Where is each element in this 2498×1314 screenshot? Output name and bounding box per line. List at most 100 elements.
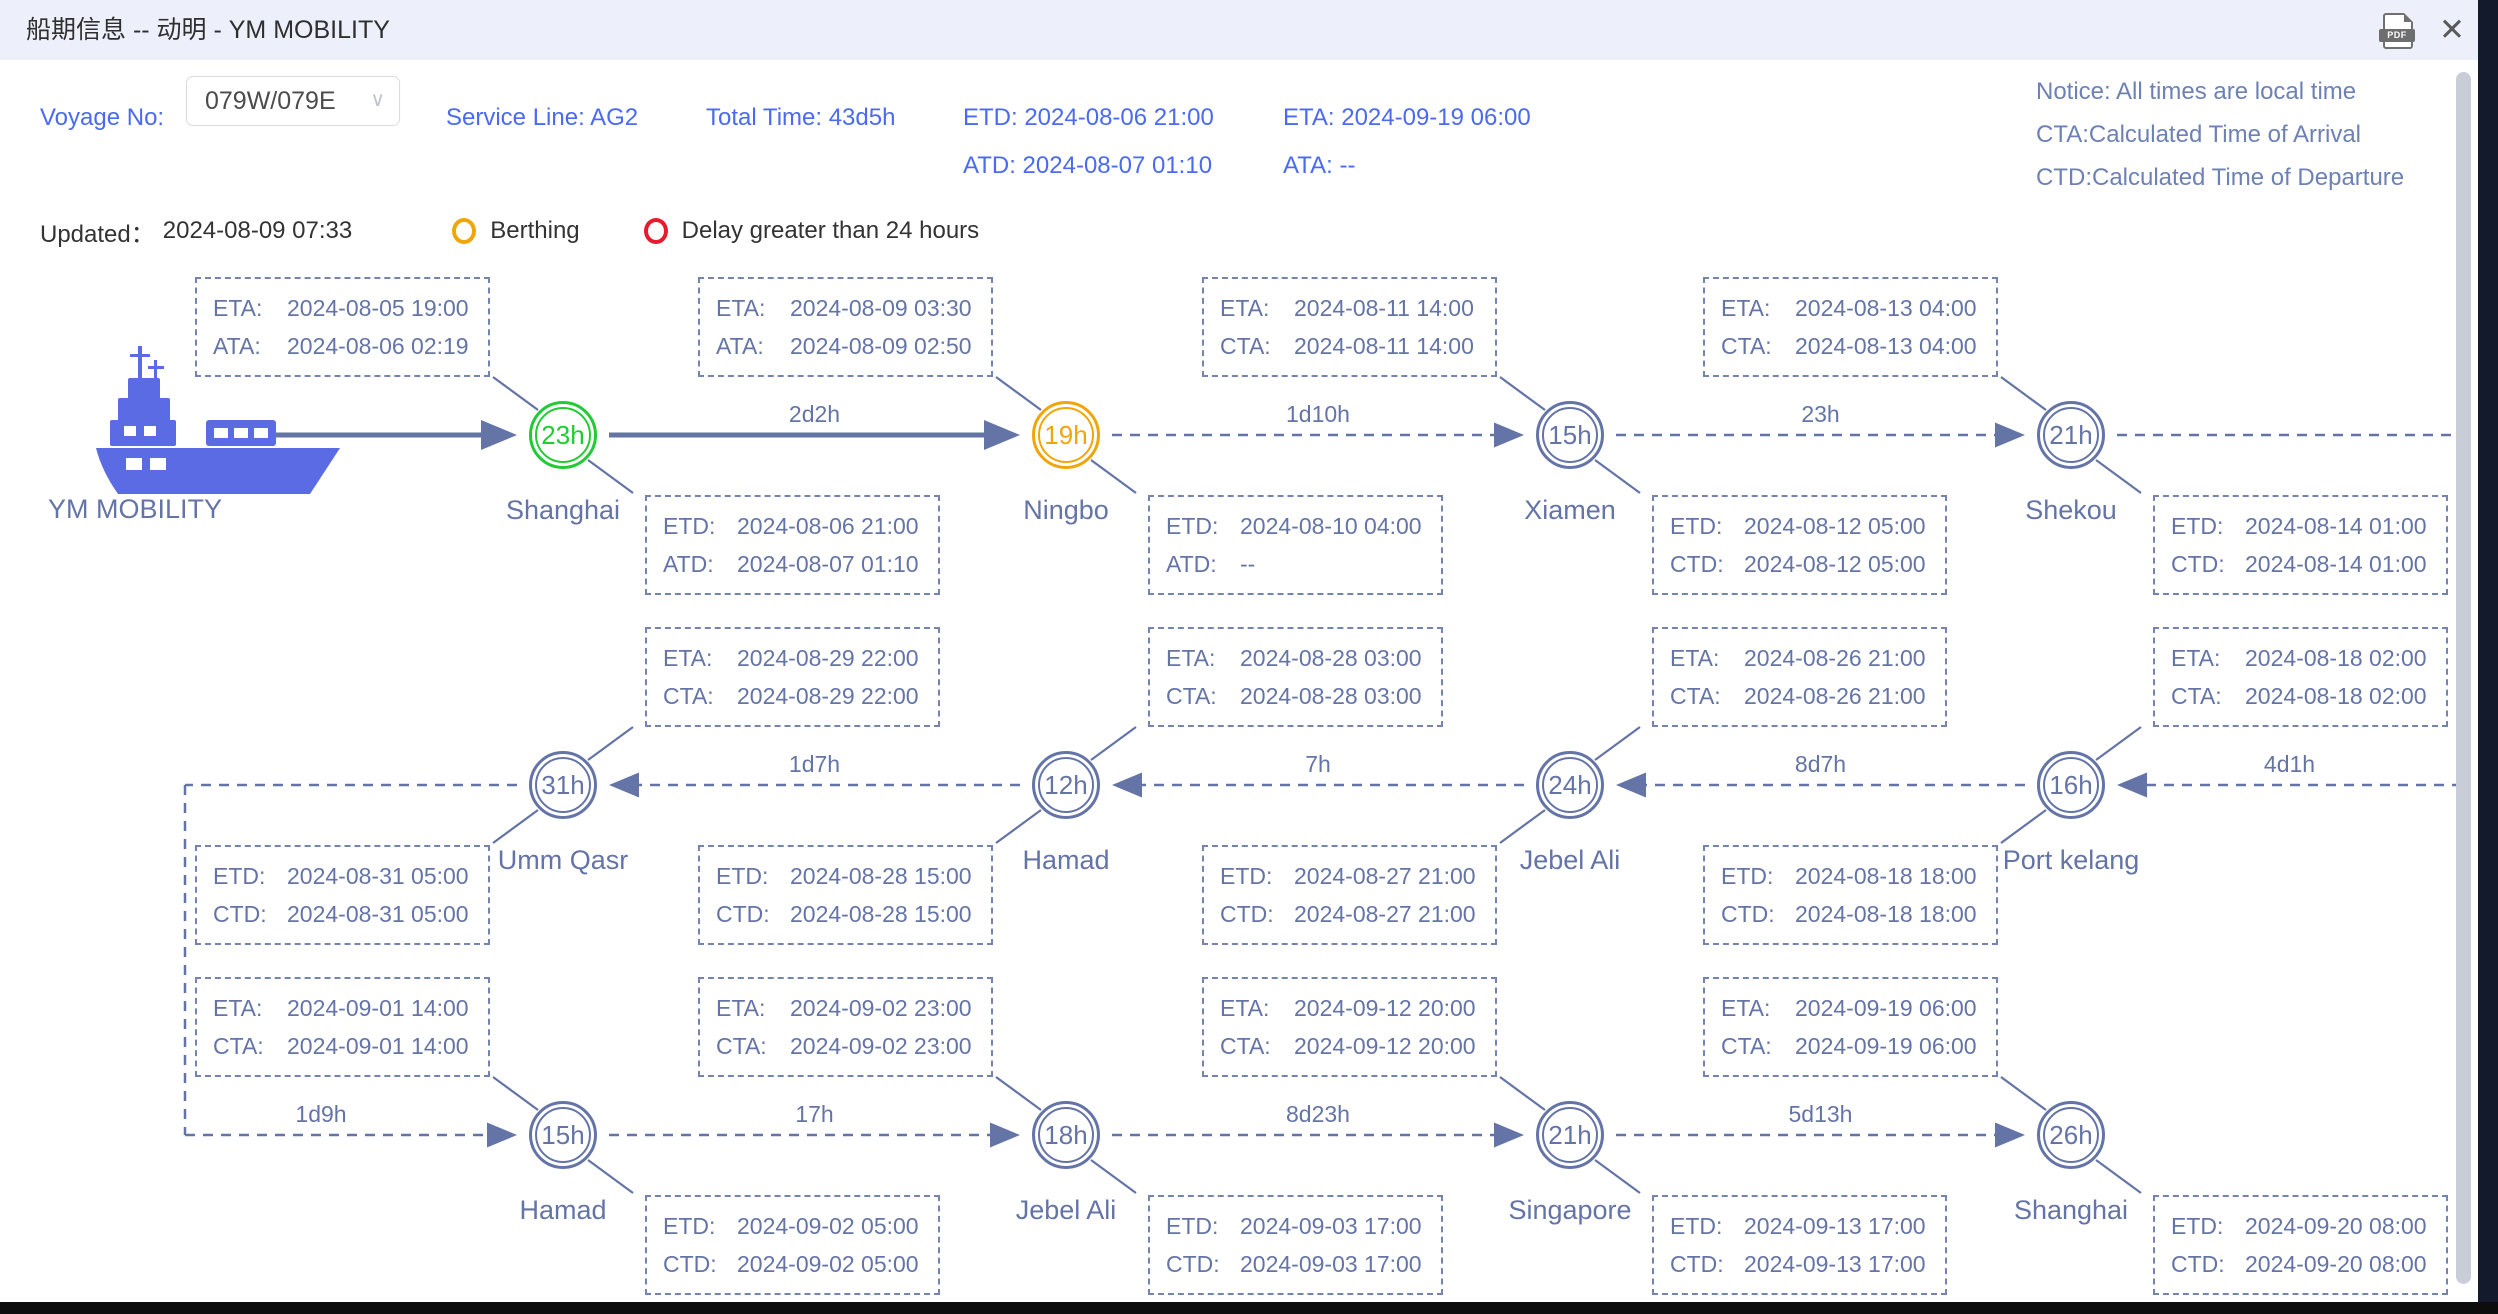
vertical-scrollbar-thumb[interactable] (2456, 72, 2471, 1284)
time-value: 2024-08-09 03:30 (790, 289, 972, 327)
departure-time-box: ETD:2024-08-28 15:00CTD:2024-08-28 15:00 (698, 845, 993, 945)
time-value: 2024-08-29 22:00 (737, 639, 919, 677)
time-label: ETD: (1670, 507, 1744, 545)
time-label: CTD: (716, 895, 790, 933)
time-label: ETA: (213, 289, 287, 327)
port-stay-duration: 18h (1038, 1107, 1094, 1163)
time-label: CTA: (1721, 327, 1795, 365)
time-label: ETD: (1166, 507, 1240, 545)
time-label: ATA: (716, 327, 790, 365)
time-label: CTA: (1220, 327, 1294, 365)
departure-time-box: ETD:2024-09-03 17:00CTD:2024-09-03 17:00 (1148, 1195, 1443, 1295)
port-node: 15h (1536, 401, 1604, 469)
port-stay-duration: 21h (2043, 407, 2099, 463)
arrival-time-box: ETA:2024-09-01 14:00CTA:2024-09-01 14:00 (195, 977, 490, 1077)
time-label: ATD: (663, 545, 737, 583)
time-value: 2024-09-12 20:00 (1294, 989, 1476, 1027)
time-value: 2024-09-19 06:00 (1795, 1027, 1977, 1065)
time-value: 2024-08-07 01:10 (737, 545, 919, 583)
time-value: 2024-08-28 15:00 (790, 857, 972, 895)
time-value: 2024-08-27 21:00 (1294, 857, 1476, 895)
time-value: 2024-08-06 02:19 (287, 327, 469, 365)
port-stay-duration: 15h (1542, 407, 1598, 463)
port-name-label: Jebel Ali (1016, 1195, 1117, 1226)
time-label: CTA: (2171, 677, 2245, 715)
time-label: CTA: (1166, 677, 1240, 715)
time-label: CTD: (1166, 1245, 1240, 1283)
time-value: 2024-08-11 14:00 (1294, 327, 1474, 365)
time-label: CTD: (1670, 1245, 1744, 1283)
port-name-label: Hamad (519, 1195, 606, 1226)
departure-time-box: ETD:2024-08-06 21:00ATD:2024-08-07 01:10 (645, 495, 940, 595)
port-name-label: Port kelang (2003, 845, 2140, 876)
time-label: CTD: (2171, 1245, 2245, 1283)
port-node: 16h (2037, 751, 2105, 819)
arrival-time-box: ETA:2024-08-26 21:00CTA:2024-08-26 21:00 (1652, 627, 1947, 727)
departure-time-box: ETD:2024-08-18 18:00CTD:2024-08-18 18:00 (1703, 845, 1998, 945)
time-value: 2024-08-18 18:00 (1795, 857, 1977, 895)
arrival-time-box: ETA:2024-08-05 19:00ATA:2024-08-06 02:19 (195, 277, 490, 377)
time-value: 2024-08-31 05:00 (287, 895, 469, 933)
time-label: ETA: (2171, 639, 2245, 677)
port-node: 21h (1536, 1101, 1604, 1169)
arrival-time-box: ETA:2024-09-19 06:00CTA:2024-09-19 06:00 (1703, 977, 1998, 1077)
port-stay-duration: 15h (535, 1107, 591, 1163)
leg-duration-label: 1d7h (789, 751, 840, 778)
voyage-timeline-diagram: YM MOBILITY 2d2h1d10h23h4d1h8d7h7h1d7h1d… (0, 0, 2478, 1302)
port-name-label: Shekou (2025, 495, 2117, 526)
time-label: CTD: (663, 1245, 737, 1283)
time-value: 2024-08-26 21:00 (1744, 677, 1926, 715)
time-value: 2024-08-12 05:00 (1744, 545, 1926, 583)
time-value: 2024-08-18 18:00 (1795, 895, 1977, 933)
departure-time-box: ETD:2024-08-14 01:00CTD:2024-08-14 01:00 (2153, 495, 2448, 595)
time-value: 2024-09-19 06:00 (1795, 989, 1977, 1027)
arrival-time-box: ETA:2024-08-09 03:30ATA:2024-08-09 02:50 (698, 277, 993, 377)
port-name-label: Shanghai (2014, 1195, 2128, 1226)
time-value: 2024-08-06 21:00 (737, 507, 919, 545)
arrival-time-box: ETA:2024-08-18 02:00CTA:2024-08-18 02:00 (2153, 627, 2448, 727)
time-label: CTD: (1721, 895, 1795, 933)
leg-duration-label: 2d2h (789, 401, 840, 428)
time-value: 2024-09-02 05:00 (737, 1207, 919, 1245)
port-name-label: Hamad (1022, 845, 1109, 876)
time-label: ETA: (716, 989, 790, 1027)
departure-time-box: ETD:2024-08-12 05:00CTD:2024-08-12 05:00 (1652, 495, 1947, 595)
time-label: ETA: (716, 289, 790, 327)
time-value: 2024-08-28 03:00 (1240, 639, 1422, 677)
time-value: 2024-08-10 04:00 (1240, 507, 1422, 545)
schedule-dialog: 船期信息 -- 动明 - YM MOBILITY PDF ✕ Voyage No… (0, 0, 2478, 1302)
leg-duration-label: 8d7h (1795, 751, 1846, 778)
departure-time-box: ETD:2024-08-31 05:00CTD:2024-08-31 05:00 (195, 845, 490, 945)
port-node: 23h (529, 401, 597, 469)
time-label: ETD: (2171, 1207, 2245, 1245)
departure-time-box: ETD:2024-09-02 05:00CTD:2024-09-02 05:00 (645, 1195, 940, 1295)
port-node: 19h (1032, 401, 1100, 469)
port-node: 12h (1032, 751, 1100, 819)
time-value: 2024-09-02 05:00 (737, 1245, 919, 1283)
departure-time-box: ETD:2024-08-10 04:00ATD:-- (1148, 495, 1443, 595)
time-label: ETA: (213, 989, 287, 1027)
leg-duration-label: 1d9h (295, 1101, 346, 1128)
time-label: ETD: (2171, 507, 2245, 545)
time-label: ETA: (1220, 289, 1294, 327)
port-name-label: Xiamen (1524, 495, 1616, 526)
time-value: 2024-08-11 14:00 (1294, 289, 1474, 327)
time-label: ETD: (1721, 857, 1795, 895)
time-value: 2024-08-05 19:00 (287, 289, 469, 327)
time-value: 2024-08-14 01:00 (2245, 545, 2427, 583)
port-node: 26h (2037, 1101, 2105, 1169)
port-name-label: Singapore (1508, 1195, 1631, 1226)
time-value: 2024-08-13 04:00 (1795, 289, 1977, 327)
port-name-label: Jebel Ali (1520, 845, 1621, 876)
time-label: ETA: (1220, 989, 1294, 1027)
time-label: CTD: (213, 895, 287, 933)
time-value: 2024-08-26 21:00 (1744, 639, 1926, 677)
departure-time-box: ETD:2024-08-27 21:00CTD:2024-08-27 21:00 (1202, 845, 1497, 945)
port-stay-duration: 19h (1038, 407, 1094, 463)
time-label: CTA: (1670, 677, 1744, 715)
departure-time-box: ETD:2024-09-20 08:00CTD:2024-09-20 08:00 (2153, 1195, 2448, 1295)
time-label: ETD: (213, 857, 287, 895)
arrival-time-box: ETA:2024-08-28 03:00CTA:2024-08-28 03:00 (1148, 627, 1443, 727)
leg-duration-label: 4d1h (2264, 751, 2315, 778)
port-name-label: Ningbo (1023, 495, 1109, 526)
